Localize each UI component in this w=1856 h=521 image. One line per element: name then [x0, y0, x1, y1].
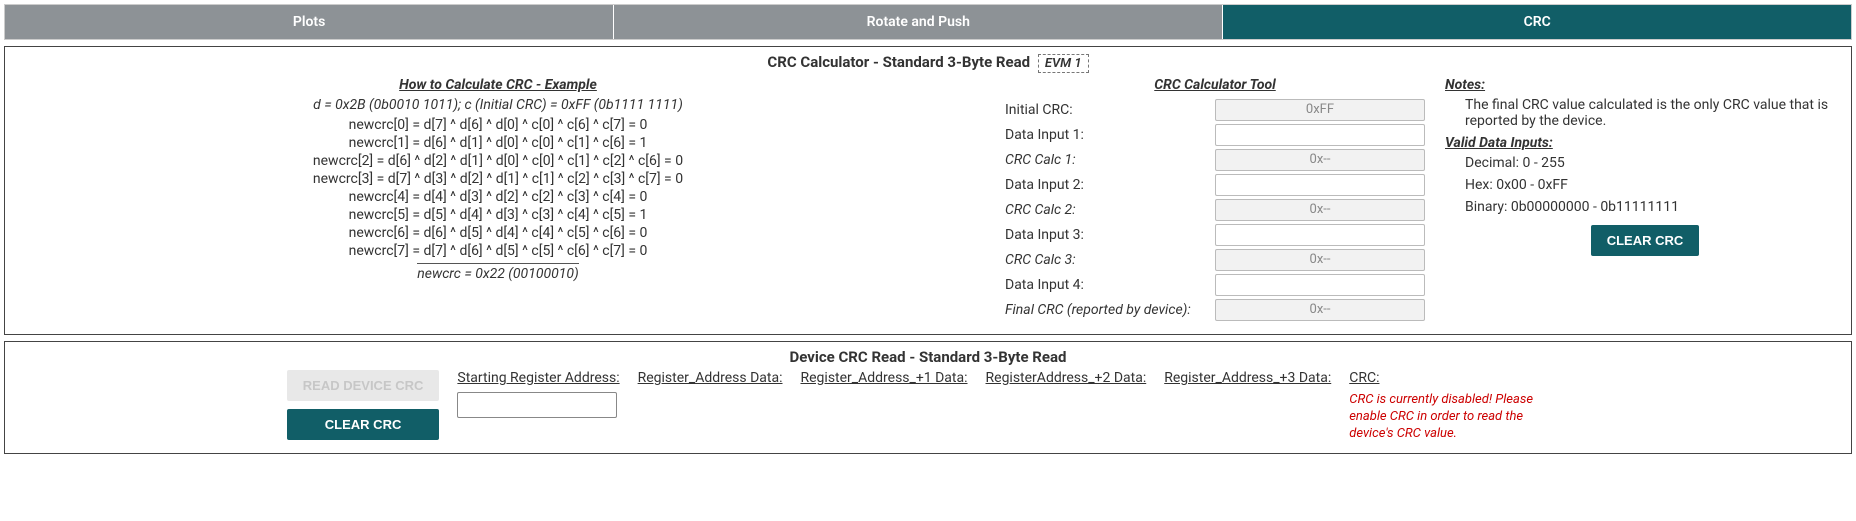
notes-heading: Notes:: [1445, 77, 1845, 93]
crc-example-line: newcrc[0] = d[7] ^ d[6] ^ d[0] ^ c[0] ^ …: [11, 117, 985, 133]
device-crc-title: Device CRC Read - Standard 3-Byte Read: [11, 348, 1845, 366]
crc-example: How to Calculate CRC - Example d = 0x2B …: [11, 77, 985, 282]
crc-example-result: newcrc = 0x22 (00100010): [417, 263, 578, 282]
data-input-4-label: Data Input 4:: [1005, 277, 1205, 293]
notes-text: The final CRC value calculated is the on…: [1465, 97, 1845, 129]
data-input-1[interactable]: [1215, 124, 1425, 146]
read-device-crc-button[interactable]: READ DEVICE CRC: [287, 370, 440, 401]
crc-example-line: newcrc[3] = d[7] ^ d[3] ^ d[2] ^ d[1] ^ …: [11, 171, 985, 187]
starting-register-address-input[interactable]: [457, 392, 617, 418]
valid-inputs-heading: Valid Data Inputs:: [1445, 135, 1845, 151]
register-address-plus2-header: RegisterAddress_+2 Data:: [986, 370, 1147, 386]
crc-tool-heading: CRC Calculator Tool: [1005, 77, 1425, 93]
crc-calc-2-label: CRC Calc 2:: [1005, 202, 1205, 218]
crc-calc-title-text: CRC Calculator - Standard 3-Byte Read: [767, 53, 1030, 71]
valid-input-decimal: Decimal: 0 - 255: [1465, 155, 1845, 171]
valid-input-binary: Binary: 0b00000000 - 0b11111111: [1465, 199, 1845, 215]
crc-example-line: newcrc[6] = d[6] ^ d[5] ^ d[4] ^ c[4] ^ …: [11, 225, 985, 241]
register-address-plus1-header: Register_Address_+1 Data:: [801, 370, 968, 386]
data-input-4[interactable]: [1215, 274, 1425, 296]
device-clear-crc-button[interactable]: CLEAR CRC: [287, 409, 440, 440]
crc-calculator-panel: CRC Calculator - Standard 3-Byte Read EV…: [4, 46, 1852, 335]
crc-calc-title: CRC Calculator - Standard 3-Byte Read EV…: [11, 53, 1845, 73]
crc-calc-2-value: 0x--: [1215, 199, 1425, 221]
final-crc-value: 0x--: [1215, 299, 1425, 321]
device-crc-panel: Device CRC Read - Standard 3-Byte Read R…: [4, 341, 1852, 454]
evm-badge[interactable]: EVM 1: [1038, 54, 1089, 73]
initial-crc-value: 0xFF: [1215, 99, 1425, 121]
crc-example-heading: How to Calculate CRC - Example: [11, 77, 985, 93]
crc-example-line: newcrc[2] = d[6] ^ d[2] ^ d[1] ^ d[0] ^ …: [11, 153, 985, 169]
register-address-plus3-header: Register_Address_+3 Data:: [1164, 370, 1331, 386]
crc-example-line: newcrc[1] = d[6] ^ d[1] ^ d[0] ^ c[0] ^ …: [11, 135, 985, 151]
final-crc-label: Final CRC (reported by device):: [1005, 302, 1205, 318]
register-address-data-header: Register_Address Data:: [638, 370, 783, 386]
crc-tool: CRC Calculator Tool Initial CRC: 0xFF Da…: [1005, 77, 1425, 324]
tab-crc[interactable]: CRC: [1223, 5, 1851, 39]
data-input-2[interactable]: [1215, 174, 1425, 196]
clear-crc-button[interactable]: CLEAR CRC: [1591, 225, 1700, 256]
data-input-2-label: Data Input 2:: [1005, 177, 1205, 193]
data-input-3[interactable]: [1215, 224, 1425, 246]
crc-calc-3-value: 0x--: [1215, 249, 1425, 271]
crc-calc-1-label: CRC Calc 1:: [1005, 152, 1205, 168]
crc-example-line: newcrc[7] = d[7] ^ d[6] ^ d[5] ^ c[5] ^ …: [11, 243, 985, 259]
tab-bar: Plots Rotate and Push CRC: [4, 4, 1852, 40]
data-input-1-label: Data Input 1:: [1005, 127, 1205, 143]
crc-disabled-warning: CRC is currently disabled! Please enable…: [1349, 392, 1569, 443]
crc-example-top: d = 0x2B (0b0010 1011); c (Initial CRC) …: [11, 97, 985, 113]
crc-calc-1-value: 0x--: [1215, 149, 1425, 171]
tab-rotate-push[interactable]: Rotate and Push: [614, 5, 1223, 39]
tab-plots[interactable]: Plots: [5, 5, 614, 39]
starting-register-address-header: Starting Register Address:: [457, 370, 619, 386]
initial-crc-label: Initial CRC:: [1005, 102, 1205, 118]
crc-notes: Notes: The final CRC value calculated is…: [1445, 77, 1845, 256]
crc-example-line: newcrc[4] = d[4] ^ d[3] ^ d[2] ^ c[2] ^ …: [11, 189, 985, 205]
data-input-3-label: Data Input 3:: [1005, 227, 1205, 243]
crc-example-line: newcrc[5] = d[5] ^ d[4] ^ d[3] ^ c[3] ^ …: [11, 207, 985, 223]
device-crc-header: CRC:: [1349, 370, 1569, 386]
crc-calc-3-label: CRC Calc 3:: [1005, 252, 1205, 268]
valid-input-hex: Hex: 0x00 - 0xFF: [1465, 177, 1845, 193]
